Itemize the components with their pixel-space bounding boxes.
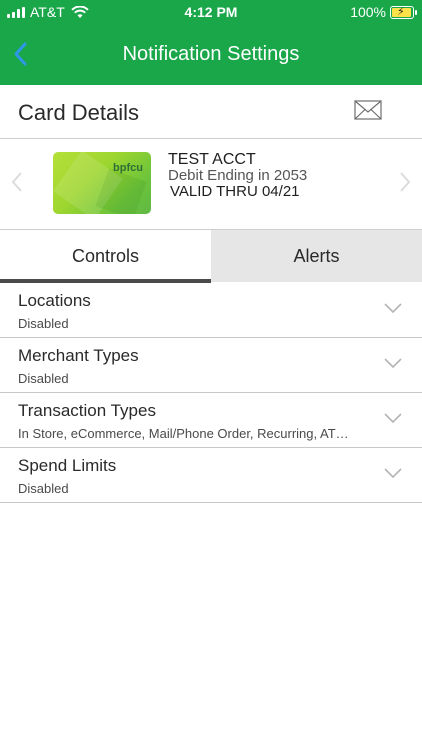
list-item-value: Disabled (18, 316, 69, 331)
tab-bar: Controls Alerts (0, 229, 422, 283)
list-item-spend-limits[interactable]: Spend Limits Disabled (0, 448, 422, 503)
chevron-down-icon (384, 468, 402, 479)
previous-card-button[interactable] (10, 171, 24, 199)
tab-controls-label: Controls (71, 245, 140, 266)
chevron-left-icon (11, 172, 22, 192)
controls-list: Locations Disabled Merchant Types Disabl… (0, 283, 422, 503)
status-bar: AT&T 4:12 PM 100% ⚡ (0, 0, 422, 26)
card-image[interactable]: bpfcu (53, 152, 151, 214)
mail-button[interactable] (354, 100, 382, 125)
card-info: TEST ACCT Debit Ending in 2053 VALID THR… (168, 152, 307, 200)
page-title: Notification Settings (122, 43, 300, 65)
list-item-value: Disabled (18, 481, 69, 496)
list-item-title: Locations (18, 291, 91, 310)
chevron-down-icon (384, 303, 402, 314)
card-name: TEST ACCT (168, 151, 256, 168)
battery-status: 100% ⚡ (350, 4, 417, 20)
card-carousel: bpfcu TEST ACCT Debit Ending in 2053 VAL… (0, 139, 422, 228)
next-card-button[interactable] (398, 171, 412, 199)
nav-bar: Notification Settings (0, 26, 422, 85)
battery-icon: ⚡ (390, 5, 417, 19)
tab-controls[interactable]: Controls (0, 230, 211, 282)
list-item-title: Spend Limits (18, 456, 117, 475)
card-details-label: Card Details (18, 100, 140, 125)
list-item-value: Disabled (18, 371, 69, 386)
list-item-value: In Store, eCommerce, Mail/Phone Order, R… (18, 426, 349, 441)
battery-percent: 100% (350, 4, 386, 20)
list-item-merchant-types[interactable]: Merchant Types Disabled (0, 338, 422, 393)
chevron-down-icon (384, 358, 402, 369)
tab-alerts[interactable]: Alerts (211, 230, 422, 282)
card-details-header: Card Details (0, 85, 422, 139)
list-item-title: Merchant Types (18, 346, 139, 365)
list-item-transaction-types[interactable]: Transaction Types In Store, eCommerce, M… (0, 393, 422, 448)
list-item-locations[interactable]: Locations Disabled (0, 283, 422, 338)
tab-alerts-label: Alerts (293, 245, 340, 266)
chevron-right-icon (400, 172, 411, 192)
card-brand-logo: bpfcu (113, 162, 143, 174)
card-valid-thru: VALID THRU 04/21 (170, 183, 300, 200)
list-item-title: Transaction Types (18, 401, 156, 420)
chevron-down-icon (384, 413, 402, 424)
card-description: Debit Ending in 2053 (168, 167, 308, 184)
envelope-icon (354, 100, 382, 120)
